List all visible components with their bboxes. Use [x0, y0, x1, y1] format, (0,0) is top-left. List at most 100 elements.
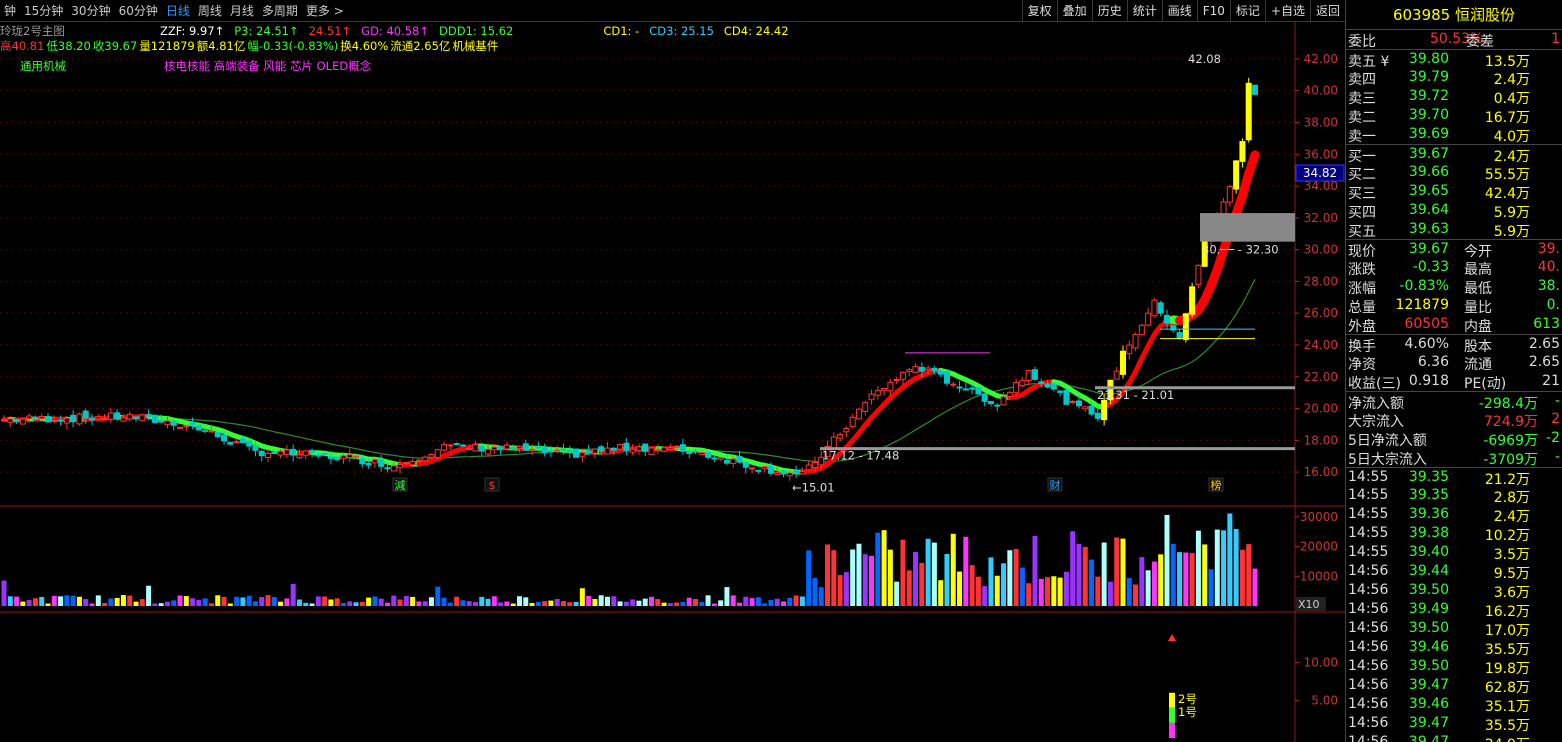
bid-price: 39.64: [1408, 202, 1449, 218]
event-marker-3: 财: [1050, 478, 1061, 492]
ask-label: 卖四: [1348, 72, 1376, 88]
volume-bar: [334, 598, 340, 606]
candle-body: [931, 367, 938, 372]
signal-bar: [1169, 707, 1175, 723]
ask-volume: 0.4万: [1493, 91, 1530, 107]
kline-chart[interactable]: 42.0040.0038.0036.0034.0032.0030.0028.00…: [0, 0, 1345, 742]
volume-bar: [686, 597, 692, 606]
flow-tail: -: [1554, 449, 1560, 465]
volume-bar: [843, 572, 849, 606]
flow-tail: -2: [1546, 430, 1560, 446]
volume-bar: [89, 603, 95, 606]
candle-body: [1233, 160, 1240, 190]
candle-body: [623, 442, 630, 451]
tick-time: 14:56: [1348, 582, 1389, 598]
flow-label: 大宗流入: [1348, 414, 1404, 430]
volume-bar: [290, 583, 296, 606]
volume-bar: [1101, 542, 1107, 606]
volume-bar: [913, 551, 919, 606]
volume-bar: [623, 601, 629, 606]
candle-body: [1119, 350, 1126, 375]
stock-name: 恒润股份: [1455, 6, 1516, 24]
tick-price: 39.47: [1408, 715, 1449, 731]
tick-volume: 16.2万: [1484, 604, 1530, 620]
volume-bar: [410, 596, 416, 606]
stock-terminal: { "toolbar":{ "periods":[ {"label":"钟","…: [0, 0, 1562, 742]
volume-bar: [1063, 571, 1069, 606]
volume-bar: [705, 595, 711, 606]
candle-body: [767, 465, 774, 474]
candle-body: [114, 412, 121, 420]
candle-body: [591, 448, 598, 454]
volume-bar: [535, 602, 541, 606]
candle-body: [1057, 390, 1064, 393]
volume-bar: [1082, 546, 1088, 606]
quote-row: 外盘 60505 内盘 613: [1346, 315, 1562, 335]
sub-y-label: 5.00: [1311, 693, 1338, 707]
volume-bar: [177, 595, 183, 606]
candle-body: [736, 456, 743, 463]
candle-body: [145, 414, 152, 417]
candle-body: [585, 450, 592, 454]
volume-bar: [328, 599, 334, 606]
quote-label: 外盘: [1348, 319, 1376, 335]
volume-bar: [1045, 577, 1051, 606]
volume-bar: [460, 600, 466, 606]
quote-row: 总量 121879 量比 0.: [1346, 296, 1562, 316]
volume-bar: [793, 595, 799, 606]
volume-y-label: 30000: [1300, 510, 1338, 524]
volume-bar: [1013, 548, 1019, 606]
slow-ma-line: [3, 279, 1256, 463]
candle-body: [1031, 369, 1038, 380]
candle-body: [1075, 400, 1082, 407]
tick-price: 39.47: [1408, 734, 1449, 742]
candle-body: [1126, 344, 1133, 355]
tick-time: 14:56: [1348, 715, 1389, 731]
fund-row: 收益(三) 0.918 PE(动) 21: [1346, 372, 1562, 392]
volume-bar: [296, 599, 302, 606]
candle-body: [881, 388, 888, 391]
candle-body: [177, 426, 184, 429]
tick-volume: 35.5万: [1484, 642, 1530, 658]
flow-label: 5日净流入额: [1348, 433, 1427, 449]
sub-label-1: 1号: [1178, 705, 1197, 719]
tick-row: 14:55 39.36 2.4万: [1346, 505, 1562, 525]
candle-body: [1025, 369, 1032, 382]
volume-bar: [1139, 557, 1145, 606]
candle-body: [661, 447, 668, 452]
fund-value-2: 21: [1542, 373, 1560, 389]
quote-row: 涨幅 -0.83% 最低 38.: [1346, 277, 1562, 297]
bid-label: 买五: [1348, 224, 1376, 240]
volume-bar: [416, 601, 422, 606]
candle-body: [120, 417, 127, 422]
y-tick-label: 26.00: [1304, 306, 1338, 320]
tick-row: 14:56 39.47 62.8万: [1346, 676, 1562, 696]
volume-bar: [164, 601, 170, 606]
volume-bar: [1126, 578, 1132, 606]
volume-bar: [542, 601, 548, 606]
candle-body: [547, 450, 554, 453]
volume-bar: [730, 595, 736, 606]
volume-bar: [485, 598, 491, 606]
volume-bar: [146, 585, 152, 606]
volume-bar: [70, 595, 76, 606]
weibi-label: 委比: [1348, 34, 1376, 50]
volume-bar: [466, 601, 472, 606]
volume-bar: [284, 598, 290, 606]
candle-body: [529, 448, 536, 451]
bottom-label: ←15.01: [792, 481, 835, 495]
price-tag-label: 34.82: [1303, 166, 1337, 180]
candle-body: [1151, 299, 1158, 317]
tick-row: 14:56 39.47 35.5万: [1346, 714, 1562, 734]
volume-bar: [1070, 531, 1076, 606]
candle-body: [189, 422, 196, 426]
candle-body: [1050, 383, 1057, 390]
candle-body: [346, 454, 353, 459]
volume-bar: [1246, 544, 1252, 606]
candle-body: [195, 424, 202, 431]
candle-body: [830, 436, 837, 449]
volume-bar: [655, 599, 661, 606]
candle-body: [13, 418, 20, 422]
candle-body: [258, 450, 265, 457]
ask-price: 39.70: [1408, 107, 1449, 123]
